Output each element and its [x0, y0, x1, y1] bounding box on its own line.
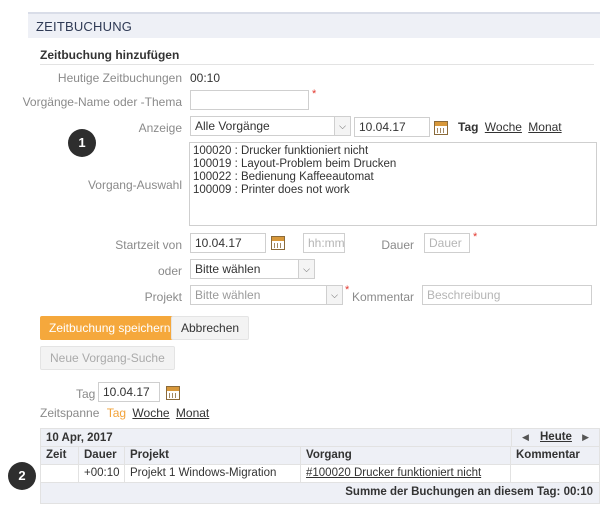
chevron-down-icon: ⌵ — [298, 260, 314, 278]
duration-input[interactable]: Dauer — [424, 233, 470, 253]
start-label: Startzeit von — [115, 238, 182, 252]
cell-duration: +00:10 — [79, 465, 125, 482]
cancel-button[interactable]: Abbrechen — [171, 316, 250, 340]
section-divider — [40, 64, 594, 65]
calendar-icon[interactable] — [166, 386, 180, 400]
display-select-value: Alle Vorgänge — [195, 119, 270, 133]
span-label: Zeitspanne — [40, 406, 100, 420]
period-tabs: Tag Woche Monat — [458, 120, 562, 134]
column-header-time: Zeit — [41, 447, 79, 464]
period-tab-week[interactable]: Woche — [485, 120, 522, 134]
cell-process: #100020 Drucker funktioniert nicht — [301, 465, 511, 482]
column-header-project: Projekt — [125, 447, 301, 464]
annotation-badge-2: 2 — [8, 462, 36, 490]
column-header-duration: Dauer — [79, 447, 125, 464]
todays-bookings-value: 00:10 — [190, 71, 221, 85]
day-label: Tag — [76, 387, 96, 401]
column-header-process: Vorgang — [301, 447, 511, 464]
table-footer: Summe der Buchungen an diesem Tag: 00:10 — [41, 483, 599, 503]
project-select[interactable]: Bitte wählen ⌵ — [190, 285, 343, 305]
process-link[interactable]: #100020 Drucker funktioniert nicht — [306, 467, 481, 479]
selection-listbox[interactable]: 100020 : Drucker funktioniert nicht 1000… — [189, 142, 597, 226]
or-select[interactable]: Bitte wählen ⌵ — [190, 259, 315, 279]
span-tab-week[interactable]: Woche — [132, 406, 169, 420]
cell-time — [41, 465, 79, 482]
prev-day-icon[interactable]: ◀ — [522, 432, 529, 443]
required-mark: * — [473, 231, 478, 243]
section-title: Zeitbuchung hinzufügen — [40, 48, 180, 62]
chevron-down-icon: ⌵ — [326, 286, 342, 304]
list-item[interactable]: 100022 : Bedienung Kaffeeautomat — [193, 171, 593, 184]
table-row: +00:10 Projekt 1 Windows-Migration #1000… — [41, 465, 599, 483]
annotation-badge-1: 1 — [68, 129, 96, 157]
table-date: 10 Apr, 2017 — [46, 432, 113, 444]
table-date-header: 10 Apr, 2017 ◀ Heute ▶ — [41, 429, 599, 447]
required-mark: * — [312, 88, 317, 100]
save-button[interactable]: Zeitbuchung speichern — [40, 316, 180, 340]
calendar-icon[interactable] — [434, 121, 448, 135]
new-search-button[interactable]: Neue Vorgang-Suche — [40, 346, 175, 370]
page-title-bar: ZEITBUCHUNG — [28, 12, 600, 38]
period-tab-month[interactable]: Monat — [528, 120, 561, 134]
day-date-input[interactable]: 10.04.17 — [98, 382, 160, 402]
or-label: oder — [157, 264, 182, 278]
column-header-comment: Kommentar — [516, 449, 580, 461]
date-nav: ◀ Heute ▶ — [511, 429, 599, 447]
span-tabs: Zeitspanne Tag Woche Monat — [40, 406, 209, 420]
duration-label: Dauer — [381, 238, 414, 252]
comment-input[interactable]: Beschreibung — [422, 285, 592, 305]
chevron-down-icon: ⌵ — [334, 117, 350, 135]
selection-label: Vorgang-Auswahl — [87, 178, 182, 192]
process-name-label: Vorgänge-Name oder -Thema — [22, 95, 182, 109]
next-day-icon[interactable]: ▶ — [582, 432, 589, 443]
cell-comment — [511, 465, 599, 482]
display-label: Anzeige — [138, 121, 182, 135]
list-item[interactable]: 100020 : Drucker funktioniert nicht — [193, 145, 593, 158]
project-select-value: Bitte wählen — [195, 288, 261, 302]
comment-label: Kommentar — [351, 290, 414, 304]
start-date-input[interactable]: 10.04.17 — [190, 233, 266, 253]
calendar-icon[interactable] — [271, 236, 285, 250]
period-tab-day[interactable]: Tag — [458, 120, 478, 134]
table-footer-sum: Summe der Buchungen an diesem Tag: 00:10 — [345, 486, 593, 498]
todays-bookings-label: Heutige Zeitbuchungen — [57, 71, 182, 85]
display-select[interactable]: Alle Vorgänge ⌵ — [190, 116, 351, 136]
list-item[interactable]: 100009 : Printer does not work — [193, 184, 593, 197]
page-title: ZEITBUCHUNG — [36, 19, 133, 34]
start-time-input[interactable]: hh:mm — [303, 233, 345, 253]
cell-project: Projekt 1 Windows-Migration — [125, 465, 301, 482]
today-link[interactable]: Heute — [540, 431, 572, 443]
required-mark: * — [345, 284, 350, 296]
display-date-input[interactable]: 10.04.17 — [354, 117, 430, 137]
list-item[interactable]: 100019 : Layout-Problem beim Drucken — [193, 158, 593, 171]
bookings-table: 10 Apr, 2017 ◀ Heute ▶ Zeit Dauer Projek… — [40, 428, 600, 504]
table-column-header: Zeit Dauer Projekt Vorgang Kommentar — [41, 447, 599, 465]
project-label: Projekt — [144, 290, 182, 304]
span-tab-month[interactable]: Monat — [176, 406, 209, 420]
span-tab-day[interactable]: Tag — [107, 406, 126, 420]
process-name-input[interactable] — [190, 90, 309, 110]
or-select-value: Bitte wählen — [195, 262, 261, 276]
